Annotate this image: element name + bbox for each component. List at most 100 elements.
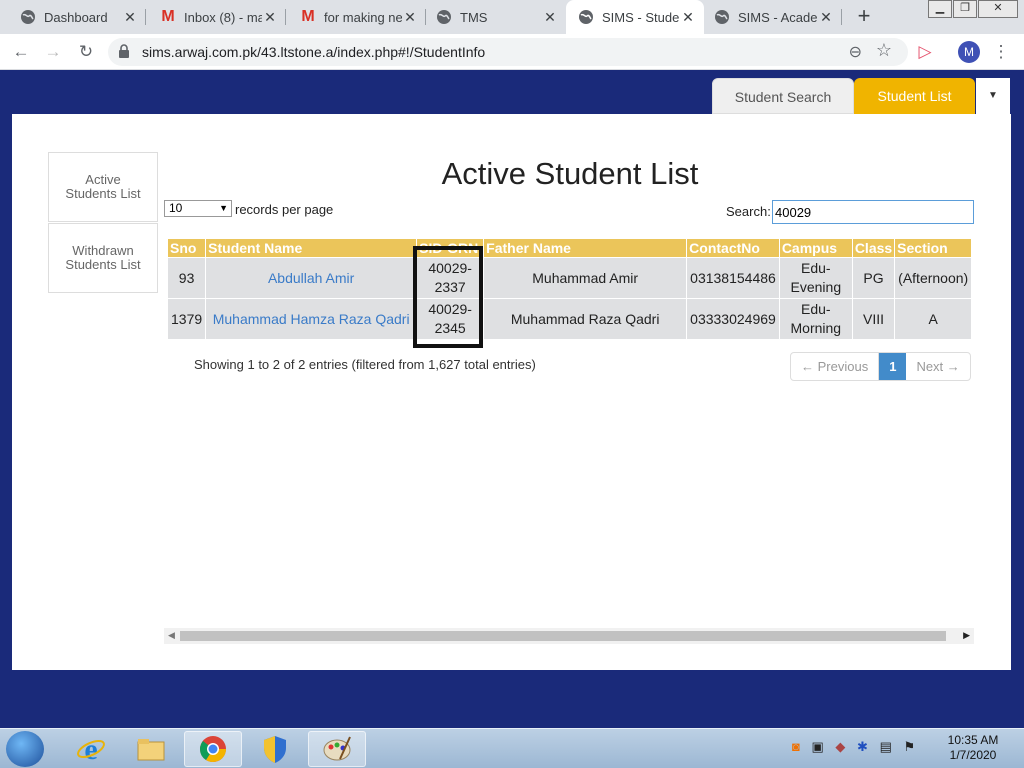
- page-1-button[interactable]: 1: [879, 353, 907, 380]
- globe-icon: [714, 9, 730, 25]
- start-button[interactable]: [6, 731, 44, 767]
- sidebar-withdrawn-students[interactable]: Withdrawn Students List: [48, 223, 158, 293]
- cell-class: VIII: [852, 299, 895, 339]
- gmail-icon: M: [301, 8, 315, 25]
- chrome-icon[interactable]: [184, 731, 242, 767]
- zoom-icon[interactable]: ⊖: [849, 42, 862, 62]
- address-bar[interactable]: sims.arwaj.com.pk/43.ltstone.a/index.php…: [108, 38, 908, 66]
- search-input[interactable]: [772, 200, 974, 224]
- select-arrow-icon: ▼: [219, 203, 228, 213]
- scroll-right-icon[interactable]: ▶: [963, 630, 970, 641]
- col-class[interactable]: Class: [852, 239, 895, 257]
- scroll-left-icon[interactable]: ◀: [168, 630, 175, 641]
- wifi-icon[interactable]: ◆: [835, 739, 845, 754]
- student-name-link[interactable]: Muhammad Hamza Raza Qadri: [206, 299, 417, 339]
- browser-tab-sims-academic[interactable]: SIMS - Acade ✕: [704, 0, 842, 34]
- back-icon[interactable]: ←: [10, 41, 32, 63]
- col-father-name[interactable]: Father Name: [484, 239, 687, 257]
- browser-tab-making[interactable]: M for making ne ✕: [286, 0, 426, 34]
- close-tab-icon[interactable]: ✕: [262, 9, 278, 26]
- restore-button[interactable]: ❐: [953, 0, 977, 18]
- cell-sno: 93: [168, 258, 206, 298]
- device-icon[interactable]: ▣: [811, 739, 823, 754]
- security-shield-icon[interactable]: [246, 731, 304, 767]
- profile-avatar[interactable]: M: [958, 41, 980, 63]
- previous-page-button[interactable]: ← Previous: [791, 353, 880, 380]
- minimize-button[interactable]: ▁: [928, 0, 952, 18]
- tab-student-search[interactable]: Student Search: [712, 78, 854, 114]
- globe-icon: [436, 9, 452, 25]
- bluetooth-icon[interactable]: ✱: [857, 739, 868, 754]
- taskbar: e ◙ ▣ ◆ ✱ ▤ ⚑ 10:35 AM 1/7/2020: [0, 728, 1024, 768]
- internet-explorer-icon[interactable]: e: [62, 731, 120, 767]
- avast-icon[interactable]: ◙: [792, 739, 800, 754]
- scrollbar-thumb[interactable]: [180, 631, 946, 641]
- col-section[interactable]: Section: [895, 239, 972, 257]
- svg-text:e: e: [84, 734, 97, 764]
- caret-down-icon: ▼: [988, 90, 998, 101]
- cell-contact: 03333024969: [687, 299, 779, 339]
- col-campus[interactable]: Campus: [779, 239, 852, 257]
- next-page-button[interactable]: Next →: [906, 353, 969, 380]
- student-table: Sno Student Name SID-GRN Father Name Con…: [167, 238, 972, 340]
- page: Student Search Student List ▼ Active Stu…: [0, 70, 1024, 728]
- reload-icon[interactable]: ↻: [75, 41, 97, 63]
- menu-dots-icon[interactable]: ⋮: [990, 41, 1012, 63]
- cell-section: A: [895, 299, 972, 339]
- lock-icon: [118, 44, 132, 60]
- horizontal-scrollbar[interactable]: ◀ ▶: [164, 628, 974, 644]
- cell-contact: 03138154486: [687, 258, 779, 298]
- search-label: Search:: [726, 204, 771, 219]
- close-tab-icon[interactable]: ✕: [122, 9, 138, 26]
- records-length-select[interactable]: 10 ▼: [164, 200, 232, 217]
- clock-time: 10:35 AM: [947, 733, 999, 747]
- table-row: 93 Abdullah Amir 40029- 2337 Muhammad Ami…: [168, 258, 972, 298]
- cell-sno: 1379: [168, 299, 206, 339]
- records-per-page-label: records per page: [235, 202, 334, 217]
- table-info: Showing 1 to 2 of 2 entries (filtered fr…: [194, 357, 536, 372]
- content-panel: Active Students List Withdrawn Students …: [12, 114, 1011, 670]
- col-contact[interactable]: ContactNo: [687, 239, 779, 257]
- globe-icon: [20, 9, 36, 25]
- system-tray: ◙ ▣ ◆ ✱ ▤ ⚑: [792, 739, 915, 755]
- close-tab-icon[interactable]: ✕: [402, 9, 418, 26]
- forward-icon[interactable]: →: [42, 41, 64, 63]
- close-tab-icon[interactable]: ✕: [818, 9, 834, 26]
- taskbar-clock[interactable]: 10:35 AM 1/7/2020: [944, 733, 1002, 763]
- globe-icon: [578, 9, 594, 25]
- pagination: ← Previous 1 Next →: [790, 352, 971, 381]
- cell-campus: Edu- Morning: [779, 299, 852, 339]
- new-tab-button[interactable]: +: [852, 5, 876, 29]
- url-text: sims.arwaj.com.pk/43.ltstone.a/index.php…: [142, 44, 486, 60]
- cell-class: PG: [852, 258, 895, 298]
- close-tab-icon[interactable]: ✕: [542, 9, 558, 26]
- cell-section: (Afternoon): [895, 258, 972, 298]
- close-tab-icon[interactable]: ✕: [680, 9, 696, 26]
- flag-icon[interactable]: ⚑: [903, 739, 915, 754]
- close-window-button[interactable]: ✕: [978, 0, 1018, 18]
- gmail-icon: M: [161, 8, 175, 25]
- file-explorer-icon[interactable]: [122, 731, 180, 767]
- tab-student-list[interactable]: Student List: [854, 78, 975, 114]
- page-title: Active Student List: [441, 156, 699, 191]
- cell-father: Muhammad Raza Qadri: [484, 299, 687, 339]
- paint-icon[interactable]: [308, 731, 366, 767]
- nav-dropdown-toggle[interactable]: ▼: [976, 78, 1010, 114]
- bookmark-star-icon[interactable]: ☆: [876, 40, 892, 61]
- network-icon[interactable]: ▤: [880, 739, 892, 754]
- clock-date: 1/7/2020: [949, 748, 997, 762]
- cell-father: Muhammad Amir: [484, 258, 687, 298]
- col-sno[interactable]: Sno: [168, 239, 206, 257]
- table-row: 1379 Muhammad Hamza Raza Qadri 40029- 234…: [168, 299, 972, 339]
- browser-tab-dashboard[interactable]: Dashboard ✕: [0, 0, 146, 34]
- browser-tab-inbox[interactable]: M Inbox (8) - ma ✕: [146, 0, 286, 34]
- cell-campus: Edu- Evening: [779, 258, 852, 298]
- browser-tab-tms[interactable]: TMS ✕: [426, 0, 566, 34]
- browser-toolbar: ← → ↻ sims.arwaj.com.pk/43.ltstone.a/ind…: [0, 34, 1024, 70]
- browser-tab-strip: Dashboard ✕ M Inbox (8) - ma ✕ M for mak…: [0, 0, 1024, 34]
- cast-icon[interactable]: ▷: [914, 41, 936, 63]
- col-student-name[interactable]: Student Name: [206, 239, 417, 257]
- browser-tab-sims-student[interactable]: SIMS - Studen ✕: [566, 0, 704, 34]
- sidebar-active-students[interactable]: Active Students List: [48, 152, 158, 222]
- student-name-link[interactable]: Abdullah Amir: [206, 258, 417, 298]
